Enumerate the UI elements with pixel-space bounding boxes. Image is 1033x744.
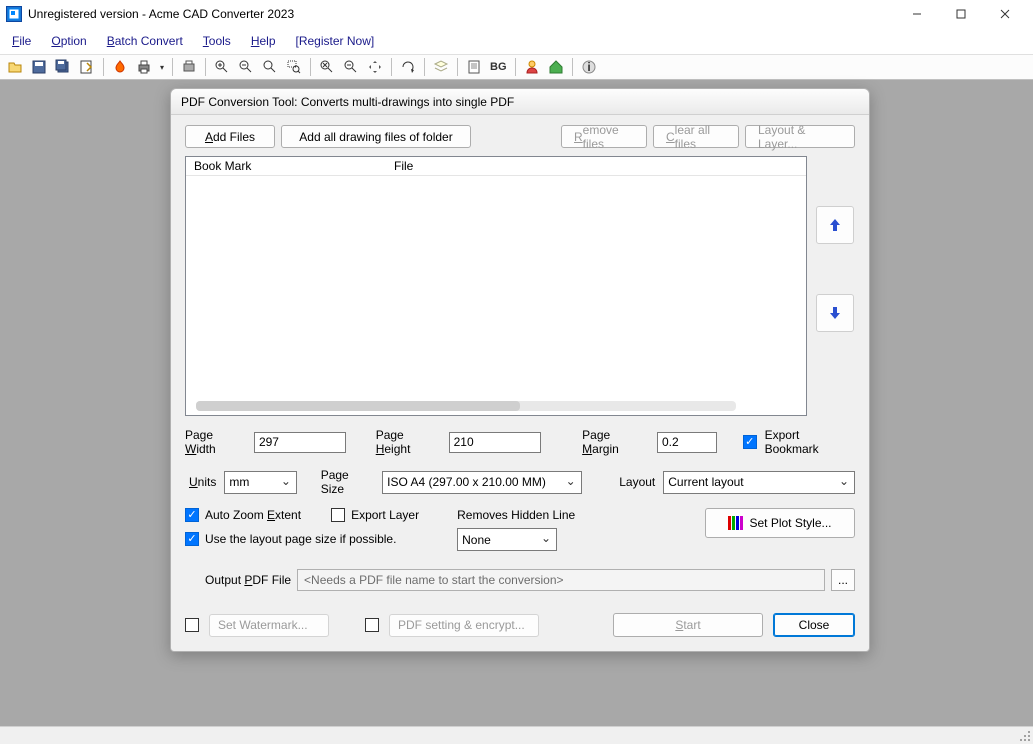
watermark-checkbox[interactable] — [185, 618, 199, 632]
main-window: Unregistered version - Acme CAD Converte… — [0, 0, 1033, 744]
menu-bar: File Option Batch Convert Tools Help [Re… — [0, 28, 1033, 54]
print-icon[interactable] — [178, 56, 200, 78]
col-bookmark[interactable]: Book Mark — [186, 157, 386, 175]
menu-batch[interactable]: Batch Convert — [97, 31, 193, 51]
file-list[interactable]: Book Mark File — [185, 156, 807, 416]
open-icon[interactable] — [4, 56, 26, 78]
output-label: Output PDF File — [205, 573, 291, 587]
add-folder-button[interactable]: Add all drawing files of folder — [281, 125, 471, 148]
page-height-label: Page Height — [376, 428, 441, 456]
units-label: Units — [189, 475, 216, 489]
toolbar: ▾ BG i — [0, 54, 1033, 80]
title-bar: Unregistered version - Acme CAD Converte… — [0, 0, 1033, 28]
use-layout-label: Use the layout page size if possible. — [205, 532, 396, 546]
svg-text:i: i — [587, 60, 590, 74]
col-file[interactable]: File — [386, 157, 806, 175]
page-size-label: Page Size — [321, 468, 374, 496]
export-bookmark-label: Export Bookmark — [765, 428, 855, 456]
units-select[interactable]: mm — [224, 471, 297, 494]
export-layer-label: Export Layer — [351, 508, 419, 522]
pan-icon[interactable] — [364, 56, 386, 78]
pdf-conversion-dialog: PDF Conversion Tool: Converts multi-draw… — [170, 88, 870, 652]
layers-icon[interactable] — [430, 56, 452, 78]
printer-dropdown-icon[interactable]: ▾ — [157, 63, 167, 72]
page-size-select[interactable]: ISO A4 (297.00 x 210.00 MM) — [382, 471, 582, 494]
menu-option[interactable]: Option — [41, 31, 96, 51]
minimize-button[interactable] — [895, 0, 939, 28]
layout-label: Layout — [619, 475, 655, 489]
page-icon[interactable] — [463, 56, 485, 78]
set-plot-style-button[interactable]: Set Plot Style... — [705, 508, 855, 538]
set-watermark-button[interactable]: Set Watermark... — [209, 614, 329, 637]
window-title: Unregistered version - Acme CAD Converte… — [28, 7, 895, 21]
zoom-reset-icon[interactable] — [259, 56, 281, 78]
zoom-window-icon[interactable] — [283, 56, 305, 78]
zoom-out-icon[interactable] — [235, 56, 257, 78]
page-width-label: Page Width — [185, 428, 246, 456]
use-layout-checkbox[interactable] — [185, 532, 199, 546]
remove-files-button[interactable]: Remove files — [561, 125, 647, 148]
browse-button[interactable]: ... — [831, 569, 855, 591]
layout-layer-button[interactable]: Layout & Layer... — [745, 125, 855, 148]
user-icon[interactable] — [521, 56, 543, 78]
file-list-header: Book Mark File — [186, 157, 806, 176]
move-down-button[interactable] — [816, 294, 854, 332]
add-files-button[interactable]: Add Files — [185, 125, 275, 148]
app-icon — [6, 6, 22, 22]
dialog-title: PDF Conversion Tool: Converts multi-draw… — [171, 89, 869, 115]
plot-style-icon — [728, 516, 743, 530]
menu-tools[interactable]: Tools — [193, 31, 241, 51]
pdf-setting-checkbox[interactable] — [365, 618, 379, 632]
zoom-previous-icon[interactable] — [340, 56, 362, 78]
flame-icon[interactable] — [109, 56, 131, 78]
layout-select[interactable]: Current layout — [663, 471, 855, 494]
move-up-button[interactable] — [816, 206, 854, 244]
menu-help[interactable]: Help — [241, 31, 286, 51]
page-margin-input[interactable] — [657, 432, 717, 453]
clear-files-button[interactable]: Clear all files — [653, 125, 739, 148]
file-list-hscroll[interactable] — [196, 401, 736, 411]
output-path-field[interactable]: <Needs a PDF file name to start the conv… — [297, 569, 825, 591]
page-margin-label: Page Margin — [582, 428, 649, 456]
maximize-button[interactable] — [939, 0, 983, 28]
close-window-button[interactable] — [983, 0, 1027, 28]
home-icon[interactable] — [545, 56, 567, 78]
menu-file[interactable]: File — [2, 31, 41, 51]
export-bookmark-checkbox[interactable] — [743, 435, 757, 449]
pdf-setting-button[interactable]: PDF setting & encrypt... — [389, 614, 539, 637]
save-all-icon[interactable] — [52, 56, 74, 78]
start-button[interactable]: Start — [613, 613, 763, 637]
bg-icon[interactable]: BG — [487, 56, 510, 78]
zoom-in-icon[interactable] — [211, 56, 233, 78]
removes-hidden-select[interactable]: None — [457, 528, 557, 551]
refresh-icon[interactable] — [397, 56, 419, 78]
removes-hidden-label: Removes Hidden Line — [457, 508, 575, 522]
printer-icon[interactable] — [133, 56, 155, 78]
auto-zoom-label: Auto Zoom Extent — [205, 508, 301, 522]
page-width-input[interactable] — [254, 432, 346, 453]
info-icon[interactable]: i — [578, 56, 600, 78]
export-layer-checkbox[interactable] — [331, 508, 345, 522]
page-height-input[interactable] — [449, 432, 541, 453]
status-bar — [0, 726, 1033, 744]
close-button[interactable]: Close — [773, 613, 855, 637]
zoom-extents-icon[interactable] — [316, 56, 338, 78]
menu-register[interactable]: [Register Now] — [286, 31, 385, 51]
auto-zoom-checkbox[interactable] — [185, 508, 199, 522]
export-icon[interactable] — [76, 56, 98, 78]
save-icon[interactable] — [28, 56, 50, 78]
